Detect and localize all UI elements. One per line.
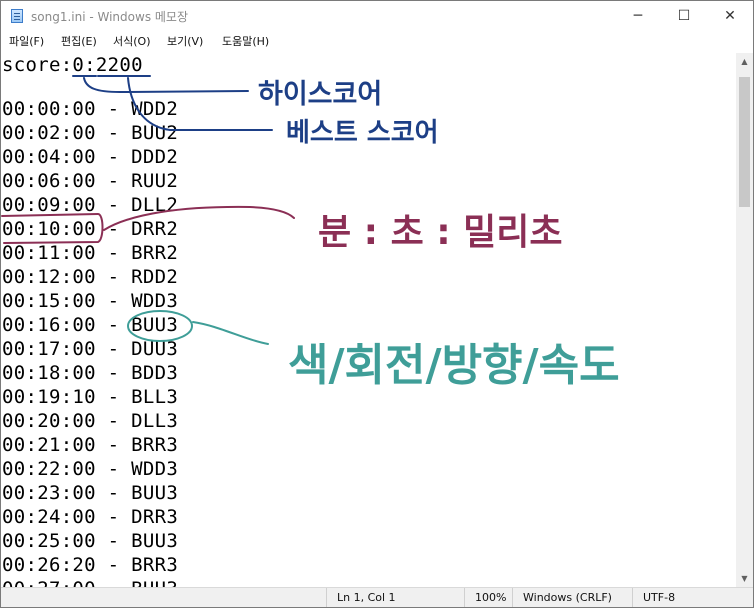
vertical-scrollbar[interactable]: ▲ ▼ xyxy=(736,53,753,587)
window-title: song1.ini - Windows 메모장 xyxy=(31,10,188,24)
scroll-up-arrow-icon[interactable]: ▲ xyxy=(736,53,753,70)
editor-line: 00:17:00 - DUU3 xyxy=(2,338,179,360)
editor-line: 00:15:00 - WDD3 xyxy=(2,290,179,312)
editor-line: 00:25:00 - BUU3 xyxy=(2,530,179,552)
menu-file[interactable]: 파일(F) xyxy=(9,33,44,49)
maximize-button[interactable]: ☐ xyxy=(661,1,707,31)
editor-line: 00:00:00 - WDD2 xyxy=(2,98,179,120)
menu-format[interactable]: 서식(O) xyxy=(113,33,150,49)
title-bar[interactable]: song1.ini - Windows 메모장 ─ ☐ ✕ xyxy=(1,1,753,31)
editor-line: 00:11:00 - BRR2 xyxy=(2,242,179,264)
cursor-position: Ln 1, Col 1 xyxy=(326,588,464,607)
editor-line: 00:27:00 - BUU3 xyxy=(2,577,178,587)
scroll-down-arrow-icon[interactable]: ▼ xyxy=(736,570,753,587)
editor-line: 00:18:00 - BDD3 xyxy=(2,362,179,384)
encoding: UTF-8 xyxy=(632,588,736,607)
editor-line: 00:02:00 - BUU2 xyxy=(2,122,179,144)
notepad-app-icon xyxy=(11,9,23,23)
editor-line: 00:04:00 - DDD2 xyxy=(2,146,179,168)
menu-edit[interactable]: 편집(E) xyxy=(61,33,97,49)
editor-line: 00:16:00 - BUU3 xyxy=(2,314,179,336)
scroll-thumb[interactable] xyxy=(739,77,750,207)
editor-line: 00:12:00 - RDD2 xyxy=(2,266,179,288)
close-icon: ✕ xyxy=(724,8,736,24)
text-editor[interactable]: score:0:2200 00:00:00 - WDD2 00:02:00 - … xyxy=(1,53,736,587)
editor-line: 00:19:10 - BLL3 xyxy=(2,386,179,408)
editor-line: 00:22:00 - WDD3 xyxy=(2,458,179,480)
editor-line: score:0:2200 xyxy=(2,54,143,76)
notepad-window: song1.ini - Windows 메모장 ─ ☐ ✕ 파일(F) 편집(E… xyxy=(0,0,754,608)
editor-line: 00:23:00 - BUU3 xyxy=(2,482,179,504)
status-bar: Ln 1, Col 1 100% Windows (CRLF) UTF-8 xyxy=(1,587,753,607)
menu-bar: 파일(F) 편집(E) 서식(O) 보기(V) 도움말(H) xyxy=(1,31,753,51)
editor-line: 00:06:00 - RUU2 xyxy=(2,170,179,192)
minimize-icon: ─ xyxy=(633,8,643,24)
close-button[interactable]: ✕ xyxy=(707,1,753,31)
editor-line: 00:09:00 - DLL2 xyxy=(2,194,179,216)
zoom-level: 100% xyxy=(464,588,512,607)
editor-line: 00:10:00 - DRR2 xyxy=(2,218,179,240)
editor-line: 00:26:20 - BRR3 xyxy=(2,554,179,576)
minimize-button[interactable]: ─ xyxy=(615,1,661,31)
menu-help[interactable]: 도움말(H) xyxy=(222,33,269,49)
maximize-icon: ☐ xyxy=(677,8,691,24)
editor-line: 00:21:00 - BRR3 xyxy=(2,434,179,456)
editor-line: 00:20:00 - DLL3 xyxy=(2,410,179,432)
menu-view[interactable]: 보기(V) xyxy=(167,33,203,49)
editor-line: 00:24:00 - DRR3 xyxy=(2,506,179,528)
line-ending: Windows (CRLF) xyxy=(512,588,632,607)
